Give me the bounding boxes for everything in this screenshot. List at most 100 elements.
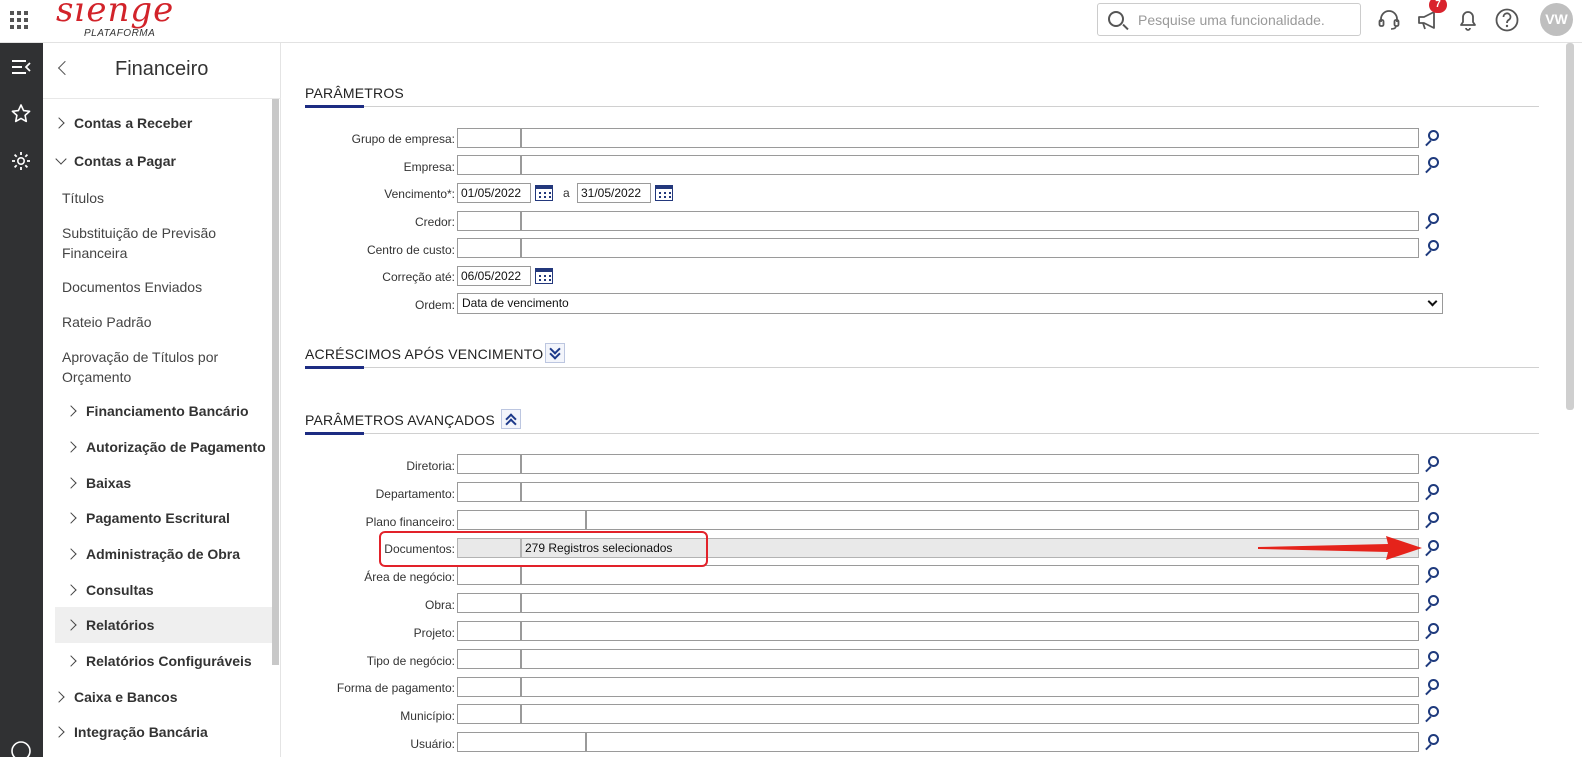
centro-custo-code[interactable]: [457, 238, 521, 258]
empresa-code[interactable]: [457, 155, 521, 175]
forma-pagamento-code[interactable]: [457, 677, 521, 697]
menu-relatorios-configuraveis[interactable]: Relatórios Configuráveis: [43, 651, 272, 671]
obra-code[interactable]: [457, 593, 521, 613]
usuario-name[interactable]: [586, 732, 1419, 752]
main-scrollbar[interactable]: [1566, 43, 1574, 410]
centro-custo-search-icon[interactable]: [1423, 238, 1443, 258]
menu-label: Documentos Enviados: [62, 279, 203, 295]
correcao-ate-field[interactable]: 06/05/2022: [457, 266, 531, 286]
menu-financiamento-bancario[interactable]: Financiamento Bancário: [43, 401, 272, 421]
documentos-search-icon[interactable]: [1423, 538, 1443, 558]
menu-baixas[interactable]: Baixas: [43, 473, 272, 493]
departamento-search-icon[interactable]: [1423, 482, 1443, 502]
menu-documentos-enviados[interactable]: Documentos Enviados: [43, 277, 272, 297]
label-obra: Obra:: [424, 598, 455, 612]
departamento-code[interactable]: [457, 482, 521, 502]
projeto-search-icon[interactable]: [1423, 621, 1443, 641]
departamento-name[interactable]: [521, 482, 1419, 502]
sienge-logo[interactable]: sienge PLATAFORMA: [56, 0, 173, 42]
credor-name[interactable]: [521, 211, 1419, 231]
menu-consultas[interactable]: Consultas: [43, 580, 272, 600]
top-bar: sienge PLATAFORMA 7 VW: [0, 0, 1582, 43]
forma-pagamento-search-icon[interactable]: [1423, 677, 1443, 697]
grupo-empresa-code[interactable]: [457, 128, 521, 148]
menu-relatorios[interactable]: Relatórios: [55, 607, 272, 643]
area-negocio-code[interactable]: [457, 565, 521, 585]
label-usuario: Usuário:: [410, 737, 455, 751]
usuario-search-icon[interactable]: [1423, 732, 1443, 752]
projeto-code[interactable]: [457, 621, 521, 641]
expand-section-icon[interactable]: [545, 343, 565, 363]
settings-gear-icon[interactable]: [9, 149, 33, 173]
menu-aprovacao-titulos[interactable]: Aprovação de Títulos por Orçamento: [43, 347, 272, 387]
area-negocio-search-icon[interactable]: [1423, 565, 1443, 585]
menu-integracao-bancaria[interactable]: Integração Bancária: [43, 722, 272, 742]
plano-financeiro-search-icon[interactable]: [1423, 510, 1443, 530]
apps-grid-icon[interactable]: [10, 11, 28, 29]
calendar-icon[interactable]: [535, 185, 553, 201]
tipo-negocio-code[interactable]: [457, 649, 521, 669]
empresa-search-icon[interactable]: [1423, 155, 1443, 175]
area-negocio-name[interactable]: [521, 565, 1419, 585]
menu-contas-a-receber[interactable]: Contas a Receber: [43, 113, 272, 133]
municipio-name[interactable]: [521, 704, 1419, 724]
section-avancados: PARÂMETROS AVANÇADOS: [305, 408, 1539, 435]
menu-rateio-padrao[interactable]: Rateio Padrão: [43, 312, 272, 332]
plano-financeiro-name[interactable]: [586, 510, 1419, 530]
usuario-code[interactable]: [457, 732, 586, 752]
calendar-icon[interactable]: [655, 185, 673, 201]
label-departamento: Departamento:: [375, 487, 455, 501]
search-input[interactable]: [1138, 10, 1353, 30]
help-icon[interactable]: [1494, 7, 1520, 33]
label-plano-financeiro: Plano financeiro:: [365, 515, 455, 529]
history-icon[interactable]: [9, 739, 33, 763]
label-grupo-empresa: Grupo de empresa:: [351, 132, 455, 146]
collapse-section-icon[interactable]: [501, 409, 521, 430]
menu-substituicao-previsao[interactable]: Substituição de Previsão Financeira: [43, 223, 272, 263]
credor-code[interactable]: [457, 211, 521, 231]
favorites-star-icon[interactable]: [9, 102, 33, 126]
diretoria-search-icon[interactable]: [1423, 454, 1443, 474]
search-box[interactable]: [1097, 3, 1361, 36]
vencimento-from-field[interactable]: 01/05/2022: [457, 183, 531, 203]
forma-pagamento-name[interactable]: [521, 677, 1419, 697]
chevron-right-icon: [65, 405, 77, 417]
plano-financeiro-code[interactable]: [457, 510, 586, 530]
centro-custo-name[interactable]: [521, 238, 1419, 258]
vencimento-to-field[interactable]: 31/05/2022: [577, 183, 651, 203]
ordem-select[interactable]: Data de vencimento: [457, 293, 1443, 314]
user-avatar[interactable]: VW: [1540, 3, 1573, 36]
obra-search-icon[interactable]: [1423, 593, 1443, 613]
empresa-name[interactable]: [521, 155, 1419, 175]
menu-pagamento-escritural[interactable]: Pagamento Escritural: [43, 508, 272, 528]
left-rail: [0, 43, 43, 761]
label-vencimento: Vencimento*:: [384, 187, 455, 201]
menu-caixa-bancos[interactable]: Caixa e Bancos: [43, 687, 272, 707]
side-menu-scrollbar[interactable]: [272, 99, 279, 665]
collapse-menu-icon[interactable]: [9, 55, 33, 79]
menu-label: Consultas: [86, 582, 154, 598]
tipo-negocio-name[interactable]: [521, 649, 1419, 669]
calendar-icon[interactable]: [535, 268, 553, 284]
menu-contas-a-pagar[interactable]: Contas a Pagar: [43, 151, 272, 171]
projeto-name[interactable]: [521, 621, 1419, 641]
credor-search-icon[interactable]: [1423, 211, 1443, 231]
grupo-empresa-name[interactable]: [521, 128, 1419, 148]
diretoria-name[interactable]: [521, 454, 1419, 474]
menu-titulos[interactable]: Títulos: [43, 188, 272, 208]
bell-icon[interactable]: [1455, 7, 1481, 33]
tipo-negocio-search-icon[interactable]: [1423, 649, 1443, 669]
menu-autorizacao-pagamento[interactable]: Autorização de Pagamento: [43, 437, 272, 457]
label-municipio: Município:: [400, 709, 455, 723]
municipio-search-icon[interactable]: [1423, 704, 1443, 724]
back-arrow-icon[interactable]: [57, 60, 73, 76]
chevron-right-icon: [53, 726, 65, 738]
municipio-code[interactable]: [457, 704, 521, 724]
menu-administracao-obra[interactable]: Administração de Obra: [43, 544, 272, 564]
obra-name[interactable]: [521, 593, 1419, 613]
grupo-empresa-search-icon[interactable]: [1423, 128, 1443, 148]
diretoria-code[interactable]: [457, 454, 521, 474]
headset-icon[interactable]: [1376, 7, 1402, 33]
label-centro-custo: Centro de custo:: [366, 243, 455, 257]
label-projeto: Projeto:: [413, 626, 455, 640]
